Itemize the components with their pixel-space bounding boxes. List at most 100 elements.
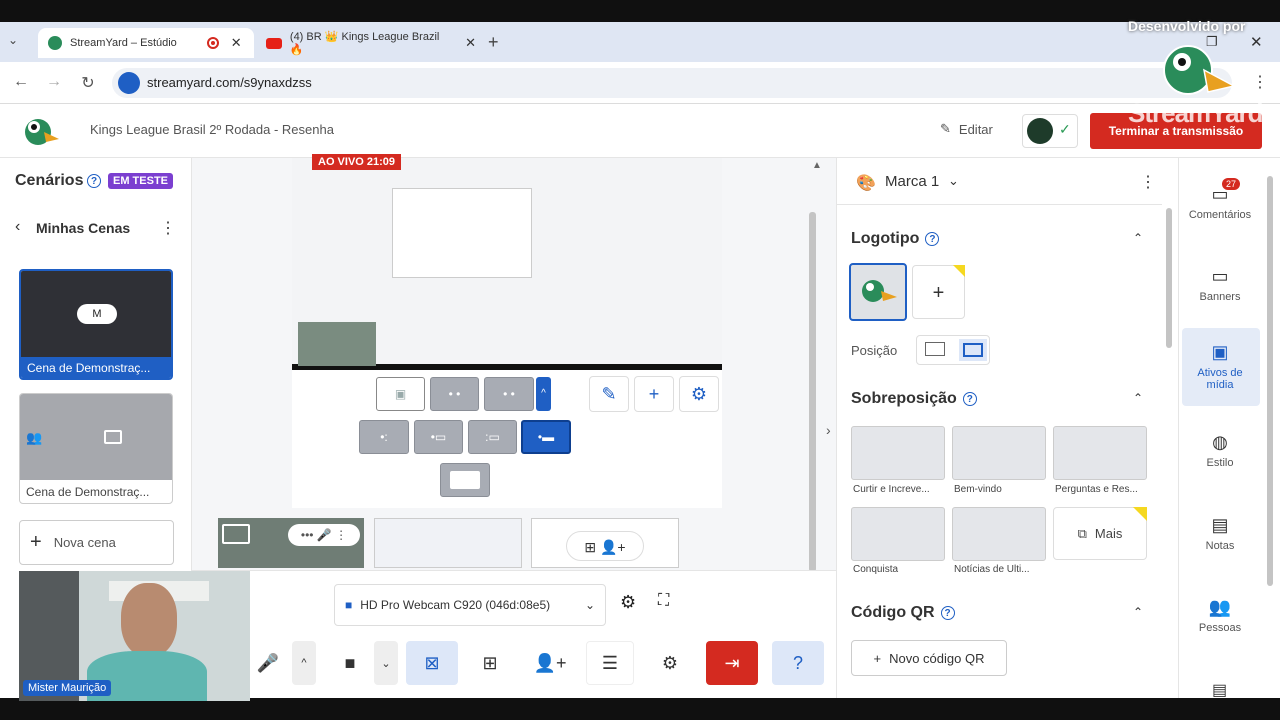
layout-sidebar-button[interactable]: •: — [359, 420, 409, 454]
nav-people[interactable]: 👥 Pessoas — [1172, 597, 1268, 634]
overlay-label: Curtir e Increve... — [853, 484, 930, 495]
camera-options-chevron-icon[interactable]: ⌄ — [374, 641, 398, 685]
help-icon: ? — [792, 652, 803, 673]
notes-button[interactable]: ☰ — [586, 641, 634, 685]
screen-share-toggle[interactable]: ⊠ — [406, 641, 458, 685]
collapse-chevron-icon[interactable]: ⌃ — [1133, 605, 1143, 619]
nav-label: Comentários — [1188, 209, 1252, 221]
plus-icon: + — [873, 650, 882, 666]
position-right-icon[interactable] — [959, 339, 987, 361]
stage-scrollbar[interactable] — [809, 212, 816, 572]
present-button[interactable]: ⊞ — [466, 641, 514, 685]
add-layout-button[interactable]: + — [634, 376, 674, 412]
close-tab-icon[interactable]: ✕ — [231, 35, 242, 51]
edit-button[interactable]: ✎ Editar — [940, 121, 993, 137]
premium-corner-icon — [1133, 507, 1147, 521]
collapse-chevron-icon[interactable]: ⌃ — [1133, 231, 1143, 245]
browser-menu-icon[interactable]: ⋮ — [1252, 72, 1268, 92]
edit-label: Editar — [958, 121, 993, 137]
nav-comments[interactable]: ▭ Comentários — [1172, 184, 1268, 221]
streamyard-logo-icon[interactable] — [20, 112, 60, 148]
logo-thumbnail[interactable] — [849, 263, 907, 321]
exit-icon: ⇥ — [724, 652, 740, 673]
brand-menu-icon[interactable]: ⋮ — [1140, 172, 1156, 192]
nav-style[interactable]: ◍ Estilo — [1172, 432, 1268, 469]
stage-canvas: AO VIVO 21:09 — [292, 154, 722, 370]
position-left-icon[interactable] — [925, 342, 945, 356]
overlay-thumb-3[interactable] — [1053, 426, 1147, 480]
settings-button[interactable]: ⚙ — [646, 641, 694, 685]
edit-layout-button[interactable]: ✎ — [589, 376, 629, 412]
reload-icon[interactable]: ↻ — [78, 73, 98, 93]
leave-studio-button[interactable]: ⇥ — [706, 641, 758, 685]
notes-icon: ▤ — [1211, 515, 1229, 535]
new-scene-button[interactable]: + Nova cena — [19, 520, 174, 565]
mic-controls[interactable]: ••• 🎤 ⋮ — [288, 524, 360, 546]
overlay-thumb-1[interactable] — [851, 426, 945, 480]
screen-share-tile[interactable] — [374, 518, 522, 568]
new-tab-icon[interactable]: + — [488, 32, 499, 53]
nav-banners[interactable]: ▭ Banners — [1172, 266, 1268, 303]
invite-button[interactable]: 👤+ — [526, 641, 574, 685]
close-window-icon[interactable]: ✕ — [1250, 33, 1263, 51]
new-scene-label: Nova cena — [53, 535, 116, 550]
layout-expand-icon[interactable]: ^ — [536, 377, 551, 411]
layout-solo-button[interactable]: ▣ — [376, 377, 425, 411]
nav-label: Estilo — [1206, 457, 1234, 469]
layout-group-button[interactable]: • • — [430, 377, 479, 411]
camera-button[interactable]: ■ — [326, 641, 374, 685]
layout-thin-button[interactable]: :▭ — [468, 420, 517, 454]
destination-selector[interactable]: ✓ — [1022, 114, 1078, 148]
tab-youtube[interactable]: (4) BR 👑 Kings League Brazil 🔥 ✕ — [266, 28, 476, 58]
add-source-tile[interactable]: ⊞ 👤+ — [531, 518, 679, 568]
scene-card-2[interactable]: 👥 Cena de Demonstraç... — [19, 393, 173, 504]
layout-screen-button[interactable]: •▬ — [521, 420, 571, 454]
help-icon[interactable]: ? — [87, 174, 101, 188]
overlay-label: Perguntas e Res... — [1055, 484, 1138, 495]
gear-icon[interactable]: ⚙ — [620, 592, 636, 613]
tab-list-chevron-icon[interactable]: ⌄ — [8, 33, 18, 47]
overlay-thumb-5[interactable] — [952, 507, 1046, 561]
scroll-up-icon[interactable]: ▲ — [812, 160, 822, 171]
layout-settings-button[interactable]: ⚙ — [679, 376, 719, 412]
back-chevron-icon[interactable]: ‹ — [15, 218, 20, 236]
beta-badge: EM TESTE — [108, 173, 174, 189]
chevron-down-icon[interactable]: ⌄ — [948, 173, 959, 189]
more-nav-icon[interactable]: ▤ — [1212, 680, 1227, 700]
back-icon[interactable]: ← — [11, 73, 31, 91]
help-icon[interactable]: ? — [925, 232, 940, 246]
collapse-chevron-icon[interactable]: ⌃ — [1133, 391, 1143, 405]
nav-media-assets[interactable]: ▣ Ativos de mídia — [1172, 342, 1268, 391]
help-icon[interactable]: ? — [940, 606, 955, 620]
add-guest-icon[interactable]: ⊞ 👤+ — [566, 531, 644, 561]
close-tab-icon[interactable]: ✕ — [465, 35, 476, 51]
layout-split-button[interactable]: • • — [484, 377, 534, 411]
layout-pip-button[interactable]: •▭ — [414, 420, 463, 454]
help-icon[interactable]: ? — [962, 392, 977, 406]
video-camera-icon: ■ — [344, 652, 356, 673]
new-qr-button[interactable]: + Novo código QR — [851, 640, 1007, 676]
scene-badge: M — [77, 304, 117, 324]
brand-selector[interactable]: Marca 1 — [885, 173, 939, 190]
scene-card-1[interactable]: M Cena de Demonstraç... — [19, 269, 173, 380]
overlay-thumb-4[interactable] — [851, 507, 945, 561]
camera-select[interactable]: ■ HD Pro Webcam C920 (046d:08e5) ⌄ — [334, 584, 606, 626]
broadcast-title[interactable]: Kings League Brasil 2º Rodada - Resenha — [90, 122, 334, 137]
layout-full-button[interactable] — [440, 463, 490, 497]
scenes-menu-icon[interactable]: ⋮ — [160, 218, 176, 238]
chat-icon: ▭ — [1211, 184, 1229, 204]
side-nav-scrollbar[interactable] — [1267, 176, 1273, 586]
collapse-right-icon[interactable]: › — [826, 422, 831, 438]
overlay-thumb-2[interactable] — [952, 426, 1046, 480]
frame-person-icon[interactable]: ⛶ — [658, 592, 669, 610]
mic-options-chevron-icon[interactable]: ^ — [292, 641, 316, 685]
palette-icon: ◍ — [1212, 432, 1228, 452]
tab-streamyard[interactable]: StreamYard – Estúdio ✕ — [38, 28, 254, 58]
mic-button[interactable]: 🎤 — [244, 641, 292, 685]
participant-tile[interactable]: ••• 🎤 ⋮ — [218, 518, 364, 568]
forward-icon[interactable]: → — [44, 73, 64, 91]
url-text[interactable]: streamyard.com/s9ynaxdzss — [147, 75, 312, 90]
site-info-icon[interactable] — [118, 72, 140, 94]
nav-notes[interactable]: ▤ Notas — [1172, 515, 1268, 552]
help-button[interactable]: ? — [772, 641, 824, 685]
